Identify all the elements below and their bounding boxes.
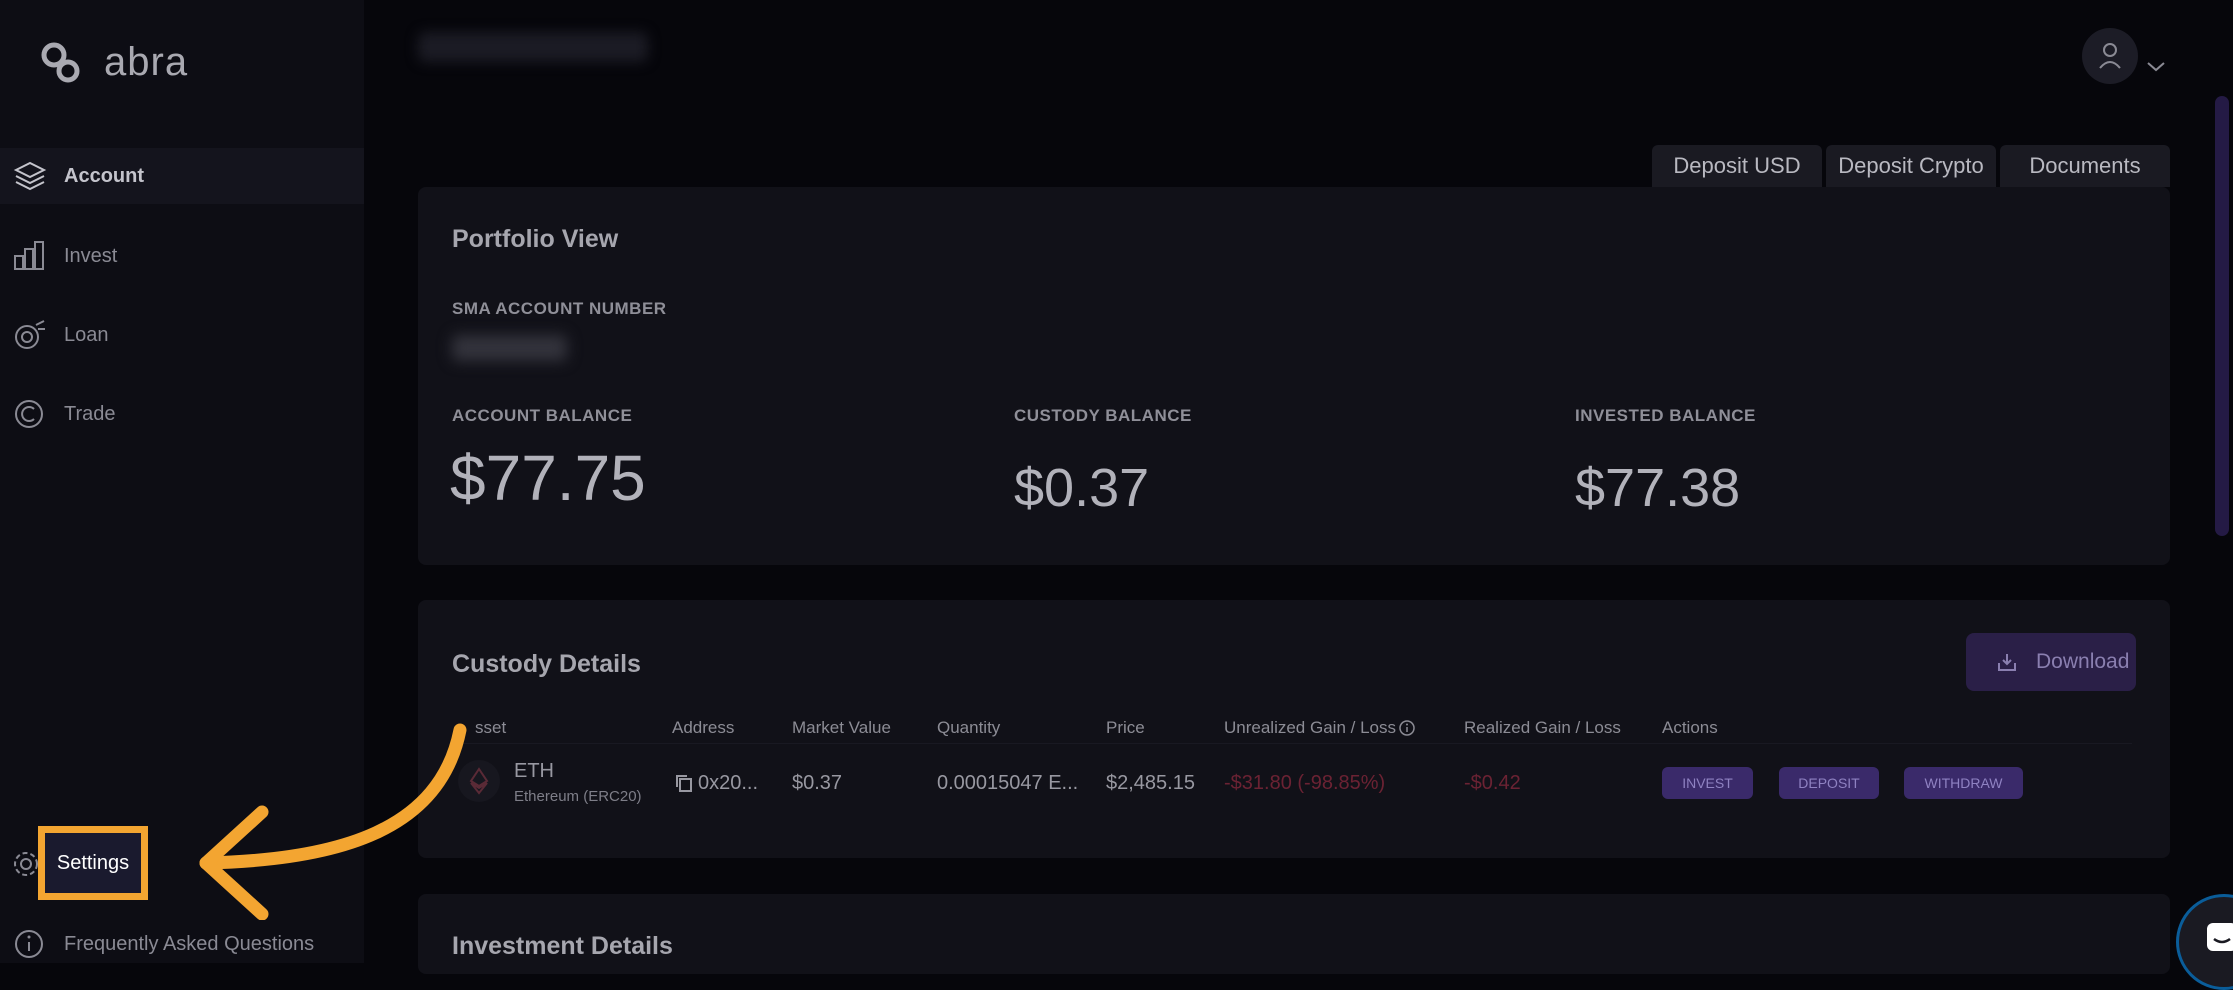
sidebar-item-label: Settings [56,851,130,874]
account-balance-label: ACCOUNT BALANCE [452,406,633,425]
user-icon [2099,43,2121,69]
sidebar-item-label: Frequently Asked Questions [64,932,315,955]
asset-symbol: ETH [514,760,554,782]
investment-title: Investment Details [452,932,673,960]
download-icon [1998,654,2016,671]
abra-logo-icon [41,42,80,82]
col-unrealized: Unrealized Gain / Loss [1224,718,1396,737]
sma-number-blurred [452,335,567,361]
custody-title: Custody Details [452,650,641,678]
table-divider [452,743,2132,744]
deposit-usd-button[interactable]: Deposit USD [1652,145,1822,187]
asset-address[interactable]: 0x20... [698,772,758,795]
brand-logo[interactable]: abra [40,40,188,85]
sidebar-item-invest[interactable]: Invest [0,228,364,284]
asset-name: Ethereum (ERC20) [514,788,642,805]
invested-balance-label: INVESTED BALANCE [1575,406,1756,425]
sidebar-item-loan[interactable]: Loan [0,307,364,363]
sidebar-item-label: Invest [64,244,118,267]
col-actions: Actions [1662,718,1718,737]
annotation-arrow-icon [199,723,467,920]
chat-launcher[interactable] [2176,894,2233,990]
custody-balance-value: $0.37 [1014,458,1150,518]
asset-market-value: $0.37 [792,772,843,794]
chevron-down-icon[interactable] [2146,60,2166,74]
sidebar-item-label: Trade [64,402,116,425]
asset-unrealized: -$31.80 (-98.85%) [1224,772,1386,794]
sidebar-item-settings[interactable]: Settings [38,826,148,900]
col-realized: Realized Gain / Loss [1464,718,1621,737]
bar-chart-icon [14,241,44,270]
sma-label: SMA ACCOUNT NUMBER [452,299,667,318]
custody-balance-label: CUSTODY BALANCE [1014,406,1192,425]
scrollbar[interactable] [2215,96,2229,536]
portfolio-title: Portfolio View [452,225,619,253]
portfolio-card: Portfolio View SMA ACCOUNT NUMBER ACCOUN… [418,187,2170,565]
deposit-action-button[interactable]: DEPOSIT [1779,767,1879,799]
chat-icon [2207,923,2233,951]
info-icon[interactable] [1398,719,1416,737]
withdraw-action-button[interactable]: WITHDRAW [1904,767,2023,799]
gear-icon [14,852,38,876]
deposit-crypto-button[interactable]: Deposit Crypto [1826,145,1996,187]
investment-card: Investment Details [418,894,2170,974]
col-market-value: Market Value [792,718,891,737]
layers-icon [13,161,47,191]
copy-icon[interactable] [674,773,694,793]
col-price: Price [1106,718,1145,737]
invest-action-button[interactable]: INVEST [1662,767,1753,799]
download-label: Download [2036,650,2130,673]
brand-name: abra [104,40,189,84]
invested-balance-value: $77.38 [1575,458,1741,518]
asset-realized: -$0.42 [1464,772,1521,794]
trade-icon [15,400,43,428]
col-address: Address [672,718,735,737]
sidebar-item-account[interactable]: Account [0,148,364,204]
loan-icon [15,320,45,349]
user-avatar[interactable] [2082,28,2138,84]
account-balance-value: $77.75 [450,442,646,514]
sidebar-item-label: Account [64,164,144,187]
asset-quantity: 0.00015047 E... [937,772,1079,794]
documents-button[interactable]: Documents [2000,145,2170,187]
sidebar-item-trade[interactable]: Trade [0,386,364,442]
col-quantity: Quantity [937,718,1001,737]
download-button[interactable]: Download [1966,633,2136,691]
sidebar-item-faq[interactable]: Frequently Asked Questions [0,916,364,972]
sidebar-item-label: Loan [64,323,109,346]
page-title-blurred [418,32,648,62]
info-icon [15,930,43,958]
asset-price: $2,485.15 [1106,772,1195,794]
